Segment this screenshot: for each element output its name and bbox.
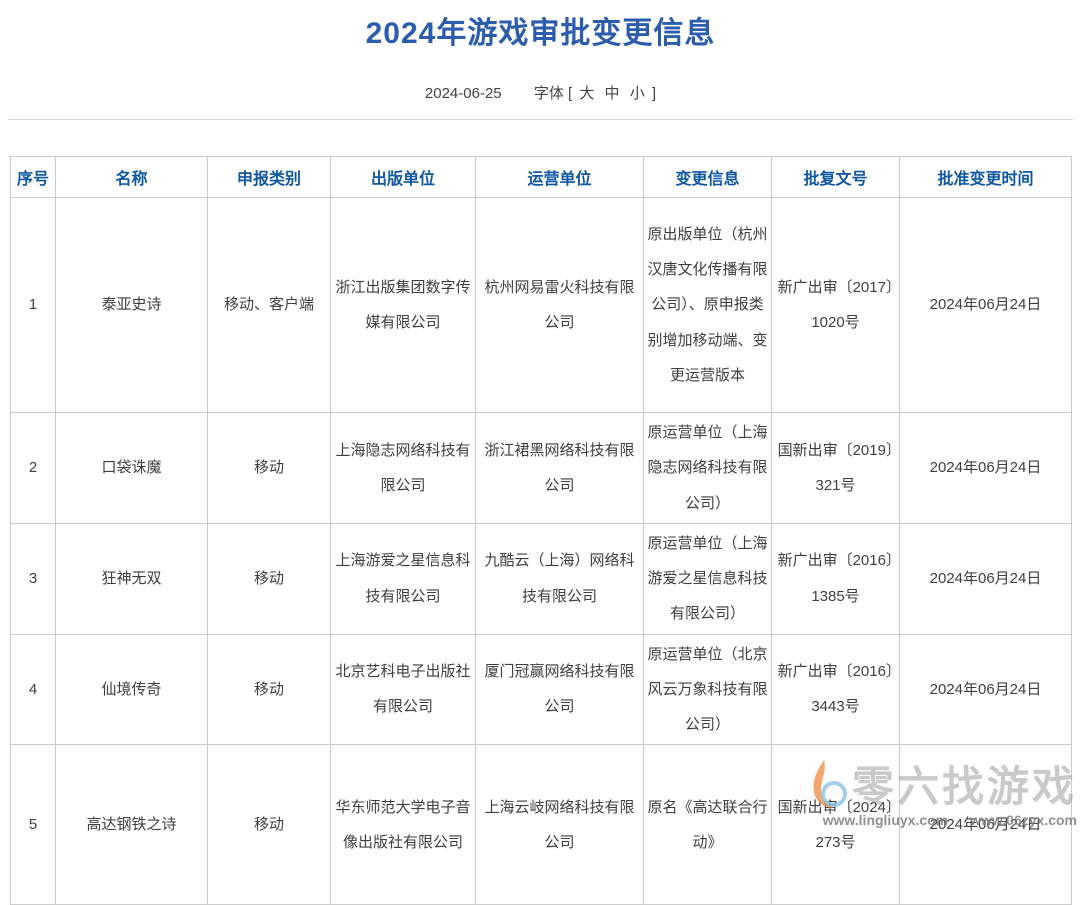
- table-row: 1 泰亚史诗 移动、客户端 浙江出版集团数字传媒有限公司 杭州网易雷火科技有限公…: [11, 198, 1072, 413]
- cell-approval-no: 新广出审〔2017〕1020号: [772, 198, 900, 413]
- cell-approval-date: 2024年06月24日: [900, 634, 1072, 745]
- bracket-open: [: [568, 85, 572, 102]
- col-header-publisher: 出版单位: [331, 157, 476, 198]
- cell-category: 移动: [208, 523, 331, 634]
- cell-approval-date: 2024年06月24日: [900, 745, 1072, 905]
- table-row: 4 仙境传奇 移动 北京艺科电子出版社有限公司 厦门冠赢网络科技有限公司 原运营…: [11, 634, 1072, 745]
- font-size-small-link[interactable]: 小: [630, 85, 645, 102]
- cell-operator: 上海云岐网络科技有限公司: [476, 745, 644, 905]
- cell-approval-no: 新广出审〔2016〕1385号: [772, 523, 900, 634]
- table-row: 5 高达钢铁之诗 移动 华东师范大学电子音像出版社有限公司 上海云岐网络科技有限…: [11, 745, 1072, 905]
- cell-publisher: 上海游爱之星信息科技有限公司: [331, 523, 476, 634]
- cell-category: 移动: [208, 413, 331, 524]
- table-row: 3 狂神无双 移动 上海游爱之星信息科技有限公司 九酷云（上海）网络科技有限公司…: [11, 523, 1072, 634]
- cell-index: 5: [11, 745, 56, 905]
- font-size-medium-link[interactable]: 中: [605, 85, 620, 102]
- col-header-category: 申报类别: [208, 157, 331, 198]
- cell-change-info: 原运营单位（上海隐志网络科技有限公司）: [644, 413, 772, 524]
- page-title: 2024年游戏审批变更信息: [0, 0, 1081, 52]
- cell-index: 3: [11, 523, 56, 634]
- cell-operator: 浙江裙黑网络科技有限公司: [476, 413, 644, 524]
- approval-change-table: 序号 名称 申报类别 出版单位 运营单位 变更信息 批复文号 批准变更时间 1 …: [10, 156, 1072, 905]
- cell-index: 2: [11, 413, 56, 524]
- cell-approval-no: 新广出审〔2016〕3443号: [772, 634, 900, 745]
- cell-change-info: 原出版单位（杭州汉唐文化传播有限公司）、原申报类别增加移动端、变更运营版本: [644, 198, 772, 413]
- cell-publisher: 浙江出版集团数字传媒有限公司: [331, 198, 476, 413]
- cell-category: 移动: [208, 634, 331, 745]
- cell-change-info: 原名《高达联合行动》: [644, 745, 772, 905]
- font-size-large-link[interactable]: 大: [579, 85, 594, 102]
- col-header-index: 序号: [11, 157, 56, 198]
- cell-change-info: 原运营单位（上海游爱之星信息科技有限公司）: [644, 523, 772, 634]
- header-divider: [8, 119, 1073, 120]
- col-header-approval-date: 批准变更时间: [900, 157, 1072, 198]
- table-header-row: 序号 名称 申报类别 出版单位 运营单位 变更信息 批复文号 批准变更时间: [11, 157, 1072, 198]
- cell-game-name: 口袋诛魔: [56, 413, 208, 524]
- cell-game-name: 泰亚史诗: [56, 198, 208, 413]
- font-size-control: 字体 [ 大 中 小 ]: [534, 85, 656, 102]
- font-label: 字体: [534, 85, 564, 102]
- col-header-change-info: 变更信息: [644, 157, 772, 198]
- cell-publisher: 上海隐志网络科技有限公司: [331, 413, 476, 524]
- cell-index: 4: [11, 634, 56, 745]
- col-header-name: 名称: [56, 157, 208, 198]
- table-row: 2 口袋诛魔 移动 上海隐志网络科技有限公司 浙江裙黑网络科技有限公司 原运营单…: [11, 413, 1072, 524]
- publish-date: 2024-06-25: [425, 85, 502, 102]
- bracket-close: ]: [652, 85, 656, 102]
- cell-change-info: 原运营单位（北京风云万象科技有限公司）: [644, 634, 772, 745]
- cell-approval-no: 国新出审〔2019〕321号: [772, 413, 900, 524]
- cell-game-name: 狂神无双: [56, 523, 208, 634]
- cell-game-name: 高达钢铁之诗: [56, 745, 208, 905]
- cell-publisher: 北京艺科电子出版社有限公司: [331, 634, 476, 745]
- cell-approval-date: 2024年06月24日: [900, 523, 1072, 634]
- col-header-approval-no: 批复文号: [772, 157, 900, 198]
- cell-operator: 厦门冠赢网络科技有限公司: [476, 634, 644, 745]
- meta-line: 2024-06-25 字体 [ 大 中 小 ]: [0, 82, 1081, 103]
- cell-approval-no: 国新出审〔2024〕273号: [772, 745, 900, 905]
- cell-approval-date: 2024年06月24日: [900, 198, 1072, 413]
- cell-publisher: 华东师范大学电子音像出版社有限公司: [331, 745, 476, 905]
- cell-category: 移动、客户端: [208, 198, 331, 413]
- cell-game-name: 仙境传奇: [56, 634, 208, 745]
- cell-index: 1: [11, 198, 56, 413]
- col-header-operator: 运营单位: [476, 157, 644, 198]
- cell-approval-date: 2024年06月24日: [900, 413, 1072, 524]
- cell-category: 移动: [208, 745, 331, 905]
- cell-operator: 杭州网易雷火科技有限公司: [476, 198, 644, 413]
- cell-operator: 九酷云（上海）网络科技有限公司: [476, 523, 644, 634]
